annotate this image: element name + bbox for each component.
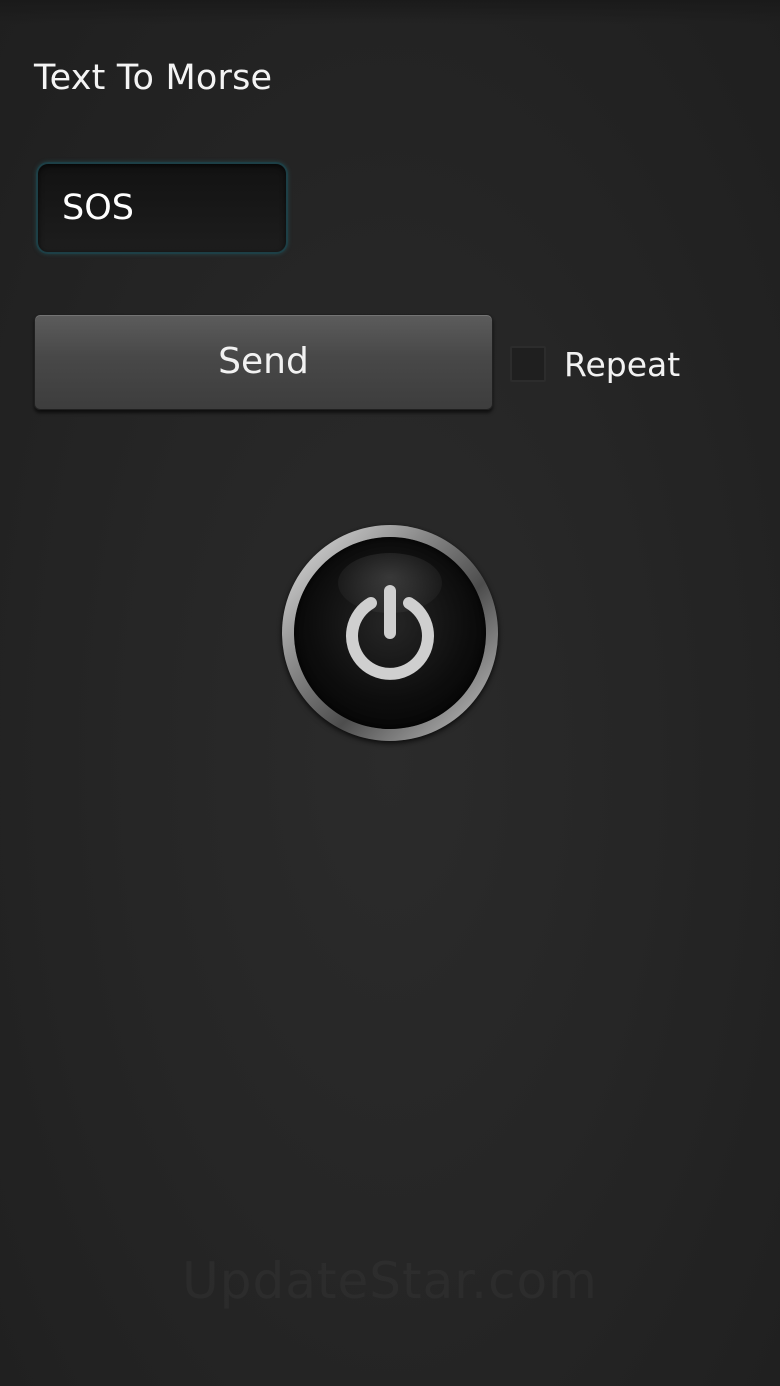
watermark: UpdateStar.com [0, 1252, 780, 1310]
morse-text-input[interactable] [36, 162, 288, 254]
top-shade [0, 0, 780, 24]
power-button-face [294, 537, 486, 729]
page-title: Text To Morse [34, 58, 273, 98]
repeat-checkbox[interactable] [510, 346, 546, 382]
send-button[interactable]: Send [34, 314, 493, 410]
repeat-option[interactable]: Repeat [510, 344, 680, 384]
power-button[interactable] [282, 525, 498, 741]
repeat-label: Repeat [564, 344, 681, 384]
power-icon [346, 585, 434, 680]
